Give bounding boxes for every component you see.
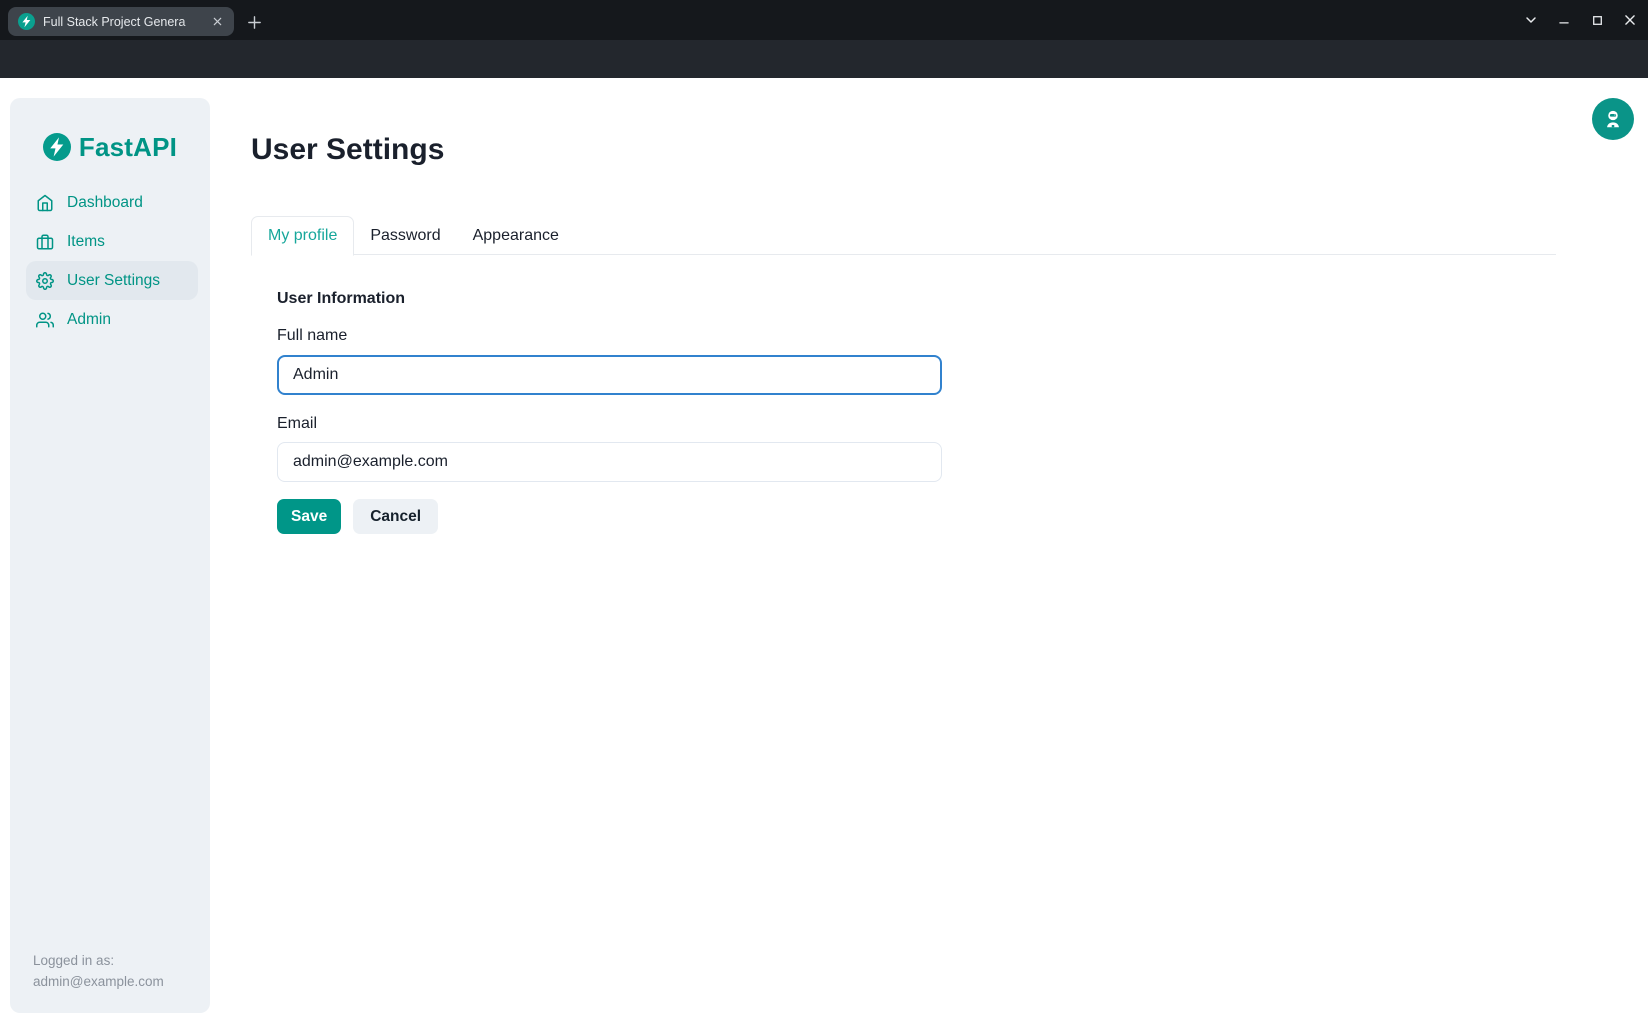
fastapi-favicon-icon — [18, 13, 35, 30]
cancel-button[interactable]: Cancel — [353, 499, 438, 534]
sidebar-nav: Dashboard Items User Settings Admin — [10, 183, 210, 339]
brand-name: FastAPI — [79, 132, 177, 163]
browser-tab[interactable]: Full Stack Project Genera — [8, 7, 234, 36]
sidebar-item-label: Items — [67, 233, 105, 251]
sidebar-item-label: Admin — [67, 311, 111, 329]
briefcase-icon — [36, 233, 54, 251]
tab-title: Full Stack Project Genera — [43, 14, 208, 30]
sidebar-item-dashboard[interactable]: Dashboard — [26, 183, 198, 222]
tab-close-icon[interactable] — [208, 13, 226, 31]
sidebar-item-label: Dashboard — [67, 194, 143, 212]
gear-icon — [36, 272, 54, 290]
form-actions: Save Cancel — [277, 499, 438, 534]
browser-navbar: localhost/settings — [0, 40, 1648, 78]
save-button[interactable]: Save — [277, 499, 341, 534]
section-title: User Information — [277, 290, 405, 308]
app-sidebar: FastAPI Dashboard Items User Settings — [10, 98, 210, 1013]
maximize-button[interactable] — [1582, 5, 1612, 35]
logged-in-email: admin@example.com — [33, 971, 164, 992]
tab-search-chevron-icon[interactable] — [1516, 5, 1546, 35]
minimize-button[interactable] — [1549, 5, 1579, 35]
browser-titlebar: Full Stack Project Genera — [0, 0, 1648, 40]
tab-appearance[interactable]: Appearance — [457, 216, 575, 256]
logged-in-info: Logged in as: admin@example.com — [33, 950, 164, 992]
sidebar-item-admin[interactable]: Admin — [26, 300, 198, 339]
settings-tabs: My profile Password Appearance — [251, 216, 1556, 255]
logged-in-label: Logged in as: — [33, 950, 164, 971]
sidebar-item-label: User Settings — [67, 272, 160, 290]
new-tab-button[interactable] — [243, 11, 265, 33]
user-astronaut-icon — [1602, 108, 1624, 130]
sidebar-item-items[interactable]: Items — [26, 222, 198, 261]
email-input[interactable] — [277, 442, 942, 482]
full-name-label: Full name — [277, 327, 347, 345]
full-name-input[interactable] — [277, 355, 942, 395]
fastapi-bolt-icon — [43, 133, 71, 161]
tab-my-profile[interactable]: My profile — [251, 216, 354, 256]
browser-window: Full Stack Project Genera — [0, 0, 1648, 1025]
home-icon — [36, 194, 54, 212]
tab-password[interactable]: Password — [354, 216, 456, 256]
close-window-button[interactable] — [1615, 5, 1645, 35]
page-title: User Settings — [251, 133, 444, 167]
user-menu-button[interactable] — [1592, 98, 1634, 140]
users-icon — [36, 311, 54, 329]
app-content: FastAPI Dashboard Items User Settings — [0, 78, 1648, 1025]
email-label: Email — [277, 415, 317, 433]
window-controls — [1516, 0, 1648, 40]
fastapi-logo: FastAPI — [10, 130, 210, 164]
sidebar-item-user-settings[interactable]: User Settings — [26, 261, 198, 300]
